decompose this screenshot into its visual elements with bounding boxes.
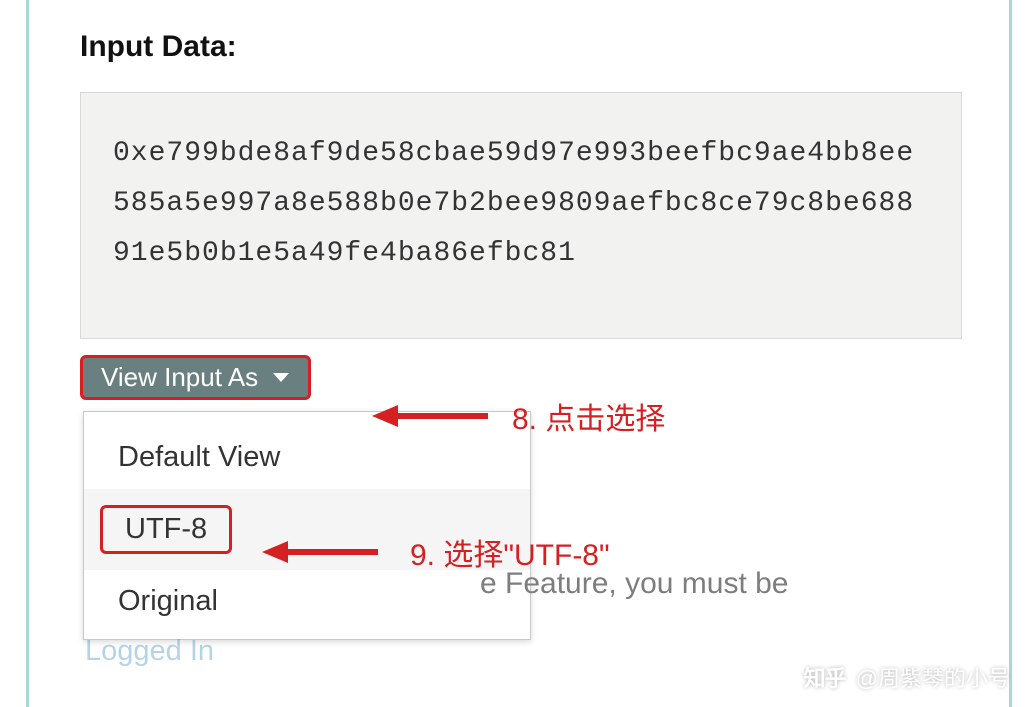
menu-item-utf8[interactable]: UTF-8 <box>100 505 232 554</box>
section-title: Input Data: <box>80 30 962 64</box>
content-area: Input Data: 0xe799bde8af9de58cbae59d97e9… <box>80 30 962 400</box>
annotation-step-8: 8. 点击选择 <box>370 394 665 438</box>
chevron-down-icon <box>272 372 290 384</box>
input-data-display: 0xe799bde8af9de58cbae59d97e993beefbc9ae4… <box>80 92 962 339</box>
dropdown-button-label: View Input As <box>101 362 258 393</box>
arrow-left-icon <box>260 537 380 567</box>
menu-item-original[interactable]: Original <box>84 570 530 633</box>
watermark-author: @周紫琴的小号 <box>856 661 1010 693</box>
logged-in-text-fragment: Logged In <box>85 635 214 668</box>
watermark: 知乎 @周紫琴的小号 <box>804 661 1010 693</box>
zhihu-logo: 知乎 <box>804 661 846 693</box>
annotation-label: 8. 点击选择 <box>512 394 665 438</box>
view-input-as-button[interactable]: View Input As <box>80 355 311 400</box>
arrow-left-icon <box>370 401 490 431</box>
background-hint-text: e Feature, you must be <box>480 567 789 601</box>
dropdown-menu: Default View UTF-8 Original <box>83 411 531 639</box>
